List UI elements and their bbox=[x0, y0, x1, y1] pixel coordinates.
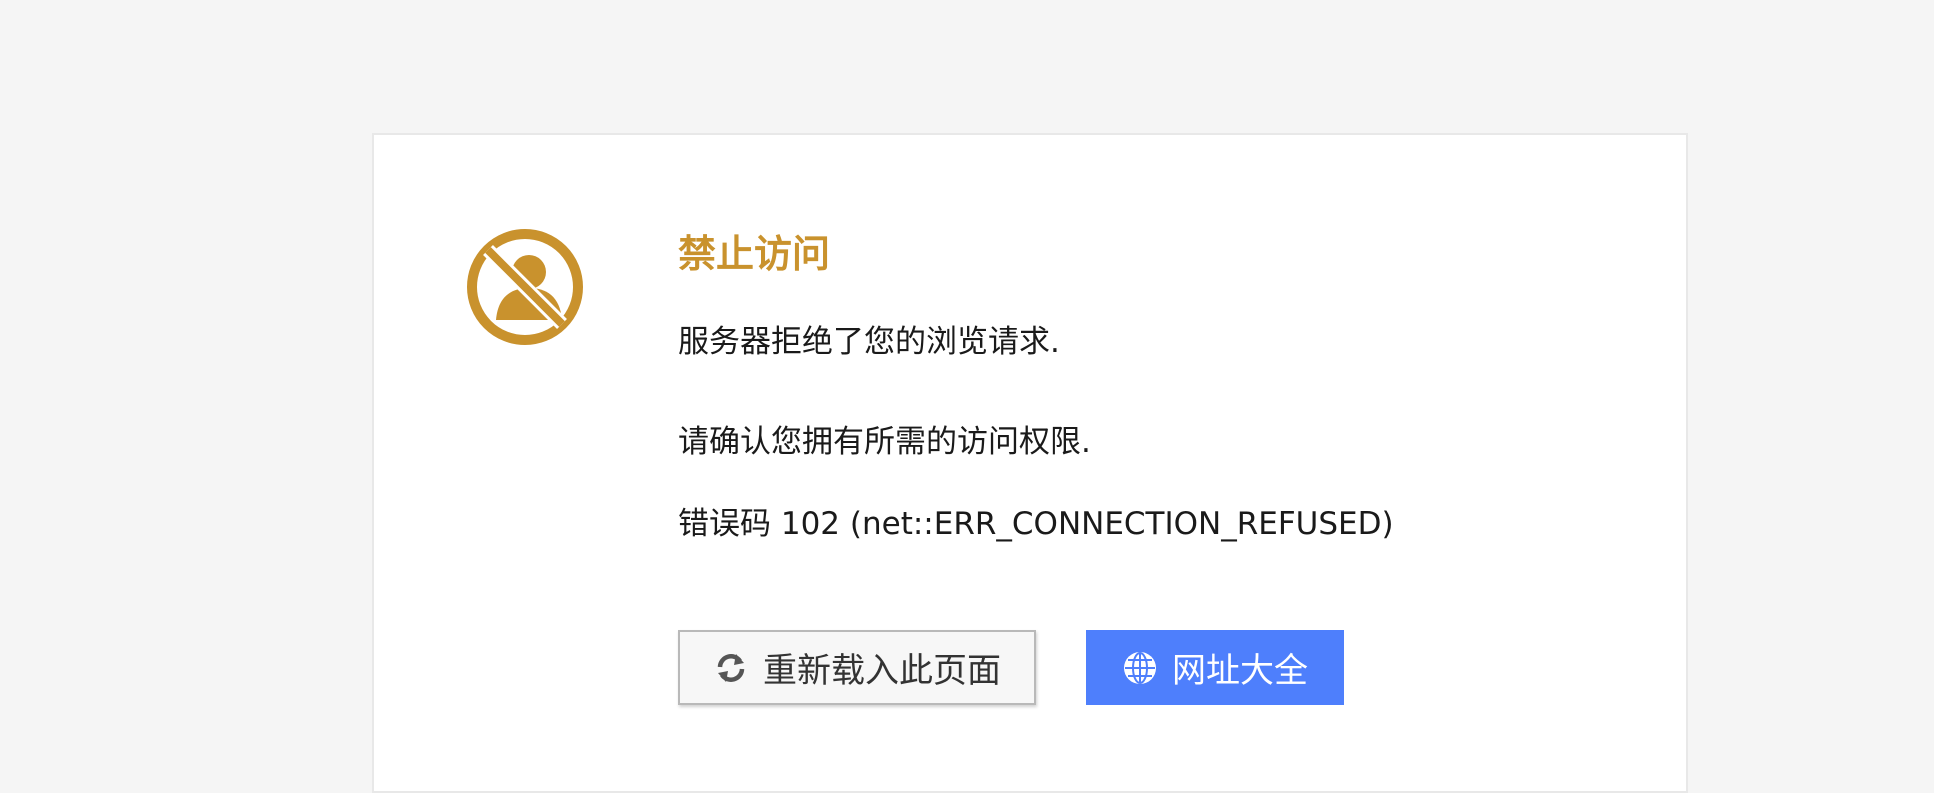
forbidden-user-icon bbox=[467, 229, 583, 345]
message-permission: 请确认您拥有所需的访问权限. bbox=[678, 424, 1091, 460]
url-directory-button-label: 网址大全 bbox=[1172, 651, 1308, 691]
refresh-icon bbox=[717, 653, 745, 682]
globe-icon bbox=[1124, 651, 1156, 684]
error-code: 错误码 102 (net::ERR_CONNECTION_REFUSED) bbox=[678, 506, 1394, 542]
reload-button[interactable]: 重新载入此页面 bbox=[678, 630, 1036, 705]
url-directory-button[interactable]: 网址大全 bbox=[1086, 630, 1344, 705]
page-title: 禁止访问 bbox=[678, 232, 831, 276]
reload-button-label: 重新载入此页面 bbox=[763, 651, 1001, 691]
message-refused: 服务器拒绝了您的浏览请求. bbox=[678, 324, 1060, 360]
